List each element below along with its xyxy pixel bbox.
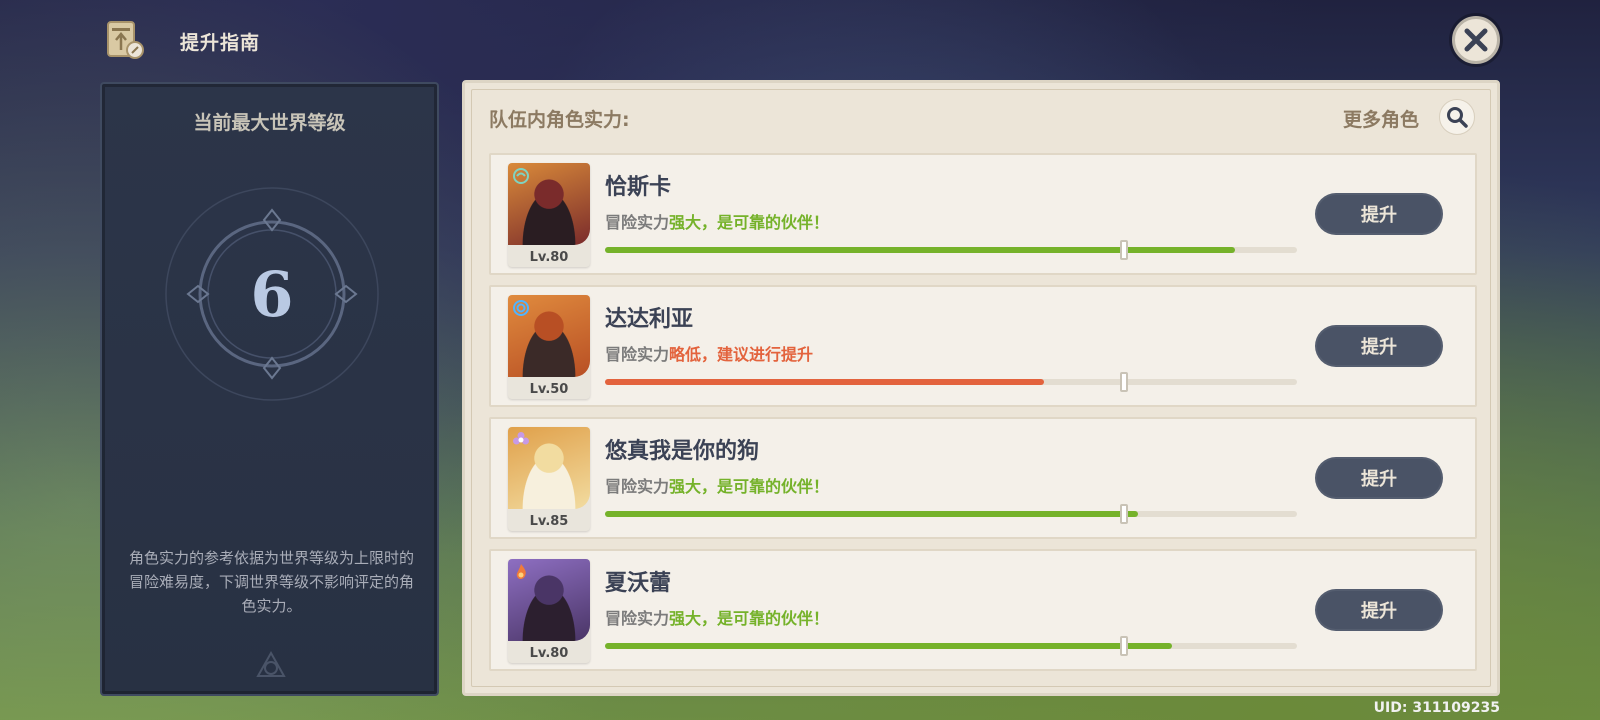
character-list: Lv.80 恰斯卡 冒险实力强大，是可靠的伙伴！ 提升 Lv.50 达达利亚 冒… xyxy=(489,153,1477,681)
world-level-title: 当前最大世界等级 xyxy=(193,112,346,134)
rating-prefix: 冒险实力 xyxy=(605,345,670,364)
uid-label: UID: 311109235 xyxy=(1373,700,1500,716)
character-rating: 冒险实力强大，是可靠的伙伴！ xyxy=(605,209,829,233)
character-name: 夏沃蕾 xyxy=(605,571,672,596)
emblem-icon xyxy=(256,650,286,677)
character-portrait: Lv.85 xyxy=(508,427,590,531)
search-button[interactable] xyxy=(1439,99,1475,135)
upgrade-button[interactable]: 提升 xyxy=(1315,589,1443,631)
character-level: Lv.80 xyxy=(529,646,569,661)
rating-text: 强大，是可靠的伙伴！ xyxy=(669,477,830,496)
character-portrait: Lv.50 xyxy=(508,295,590,399)
character-name: 恰斯卡 xyxy=(605,175,672,200)
progress-marker xyxy=(1120,372,1128,392)
progress-marker xyxy=(1120,240,1128,260)
progress-marker xyxy=(1120,636,1128,656)
character-card: Lv.50 达达利亚 冒险实力略低，建议进行提升 提升 xyxy=(489,285,1477,407)
world-level-note: 角色实力的参考依据为世界等级为上限时的冒险难易度，下调世界等级不影响评定的角色实… xyxy=(128,549,414,615)
rating-prefix: 冒险实力 xyxy=(605,213,670,232)
upgrade-button[interactable]: 提升 xyxy=(1315,457,1443,499)
progress-fill xyxy=(605,247,1235,253)
rating-text: 强大，是可靠的伙伴！ xyxy=(669,609,830,628)
close-button[interactable] xyxy=(1452,16,1500,64)
close-icon xyxy=(1464,28,1488,52)
character-rating: 冒险实力略低，建议进行提升 xyxy=(605,341,813,365)
character-rating: 冒险实力强大，是可靠的伙伴！ xyxy=(605,473,829,497)
character-portrait: Lv.80 xyxy=(508,163,590,267)
rating-prefix: 冒险实力 xyxy=(605,477,670,496)
rating-prefix: 冒险实力 xyxy=(605,609,670,628)
strength-progress-bar xyxy=(605,504,1297,524)
progress-fill xyxy=(605,643,1173,649)
scroll-compass-icon xyxy=(106,20,144,60)
strength-progress-bar xyxy=(605,636,1297,656)
strength-progress-bar xyxy=(605,240,1297,260)
strength-progress-bar xyxy=(605,372,1297,392)
progress-fill xyxy=(605,379,1045,385)
more-characters-link[interactable]: 更多角色 xyxy=(1343,105,1419,132)
progress-fill xyxy=(605,511,1138,517)
character-card: Lv.80 夏沃蕾 冒险实力强大，是可靠的伙伴！ 提升 xyxy=(489,549,1477,671)
hydro-icon xyxy=(512,299,530,317)
pyro-icon xyxy=(512,563,530,581)
anemo-icon xyxy=(512,167,530,185)
page-title: 提升指南 xyxy=(180,32,261,54)
progress-marker xyxy=(1120,504,1128,524)
upgrade-button[interactable]: 提升 xyxy=(1315,325,1443,367)
search-icon xyxy=(1447,107,1468,128)
team-strength-title: 队伍内角色实力: xyxy=(489,109,630,131)
rating-text: 略低，建议进行提升 xyxy=(669,345,814,364)
character-level: Lv.80 xyxy=(529,250,569,265)
upgrade-button[interactable]: 提升 xyxy=(1315,193,1443,235)
character-card: Lv.80 恰斯卡 冒险实力强大，是可靠的伙伴！ 提升 xyxy=(489,153,1477,275)
character-rating: 冒险实力强大，是可靠的伙伴！ xyxy=(605,605,829,629)
character-name: 达达利亚 xyxy=(605,307,694,332)
world-level-panel: 当前最大世界等级 6 角色实力的参考依据为世界等级为上限时的冒险难易度，下调世界… xyxy=(100,82,439,696)
character-card: Lv.85 悠真我是你的狗 冒险实力强大，是可靠的伙伴！ 提升 xyxy=(489,417,1477,539)
flower-icon xyxy=(512,431,530,449)
character-level: Lv.85 xyxy=(529,514,569,529)
character-portrait: Lv.80 xyxy=(508,559,590,663)
world-level-value: 6 xyxy=(250,257,294,331)
team-strength-panel: 队伍内角色实力: 更多角色 Lv.80 恰斯卡 冒险实力强大，是可靠的伙伴！ 提… xyxy=(462,80,1500,696)
rating-text: 强大，是可靠的伙伴！ xyxy=(669,213,830,232)
character-name: 悠真我是你的狗 xyxy=(605,439,760,464)
character-level: Lv.50 xyxy=(529,382,569,397)
